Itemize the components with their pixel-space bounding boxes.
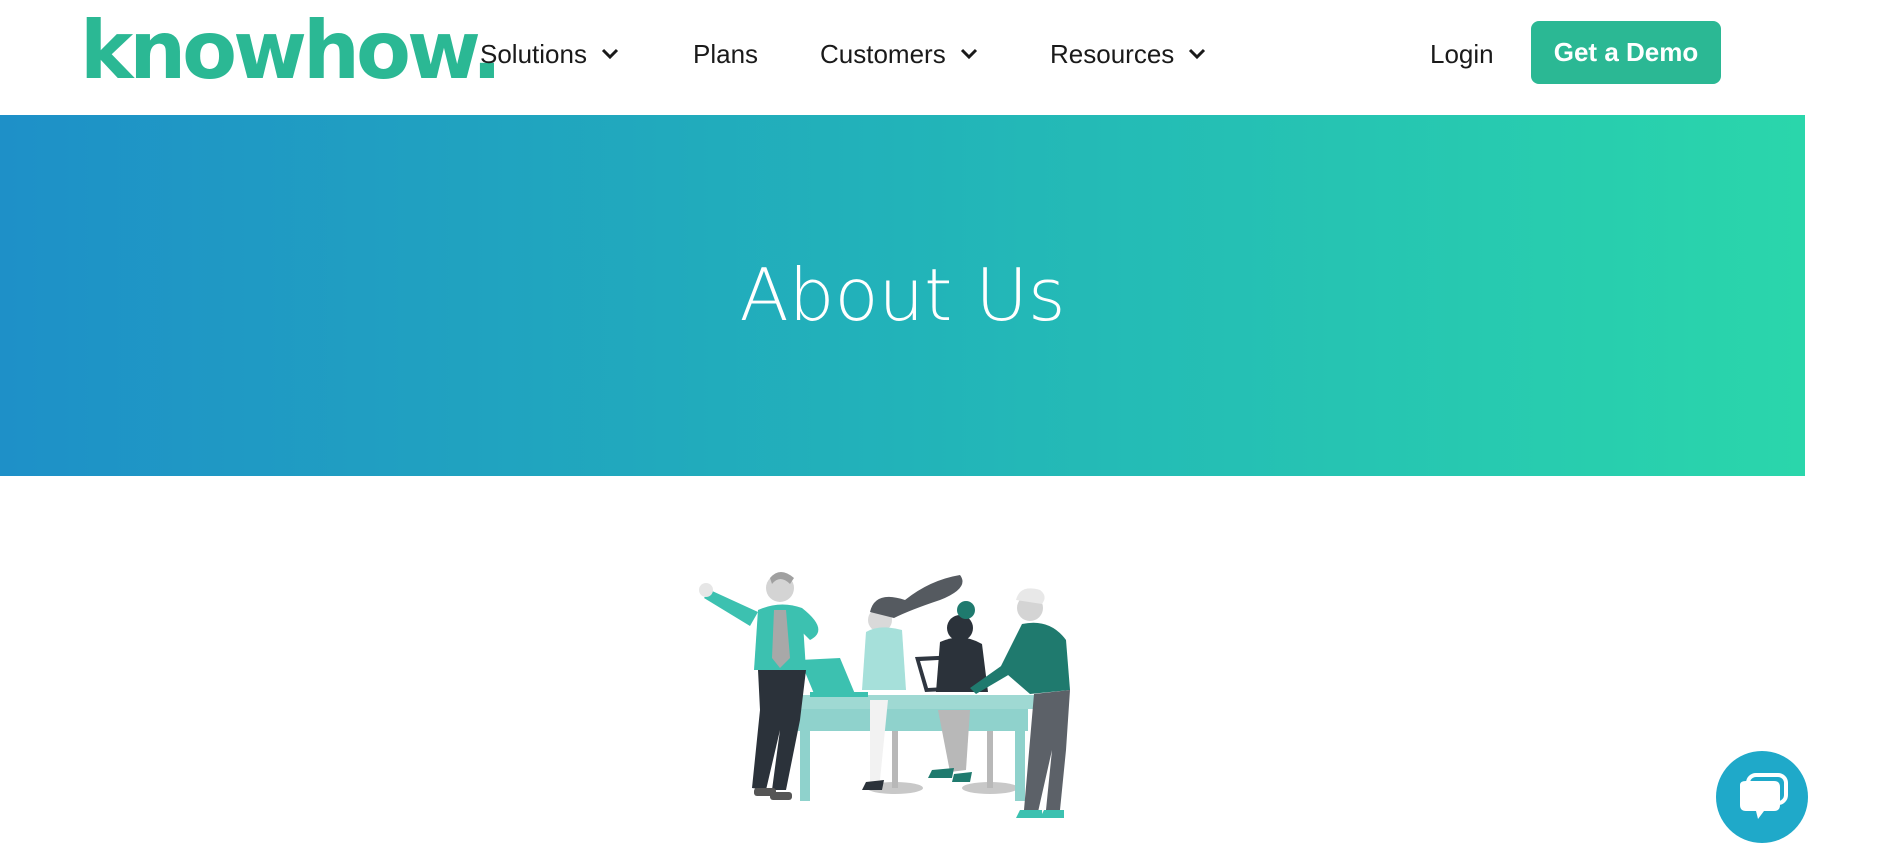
nav-plans-label: Plans [693,38,759,69]
nav-solutions[interactable]: Solutions [480,34,619,74]
get-demo-button[interactable]: Get a Demo [1531,21,1721,84]
chat-bubble-icon [1740,773,1788,819]
chevron-down-icon [960,48,977,60]
login-link[interactable]: Login [1430,34,1494,74]
nav-plans[interactable]: Plans [693,34,758,74]
chevron-down-icon [601,48,619,60]
site-header: knowhow. Solutions Plans Customers Resou… [0,0,1879,115]
chevron-down-icon [1189,48,1206,60]
nav-resources[interactable]: Resources [1050,34,1206,74]
knowhow-logo[interactable]: knowhow. [80,6,502,96]
nav-customers-label: Customers [820,38,946,69]
team-meeting-illustration [699,572,1070,818]
nav-solutions-label: Solutions [480,38,587,69]
nav-customers[interactable]: Customers [820,34,978,74]
chat-button[interactable] [1716,751,1808,843]
nav-resources-label: Resources [1050,38,1175,69]
page-title: About Us [739,253,1066,337]
hero-banner: About Us [0,115,1805,476]
